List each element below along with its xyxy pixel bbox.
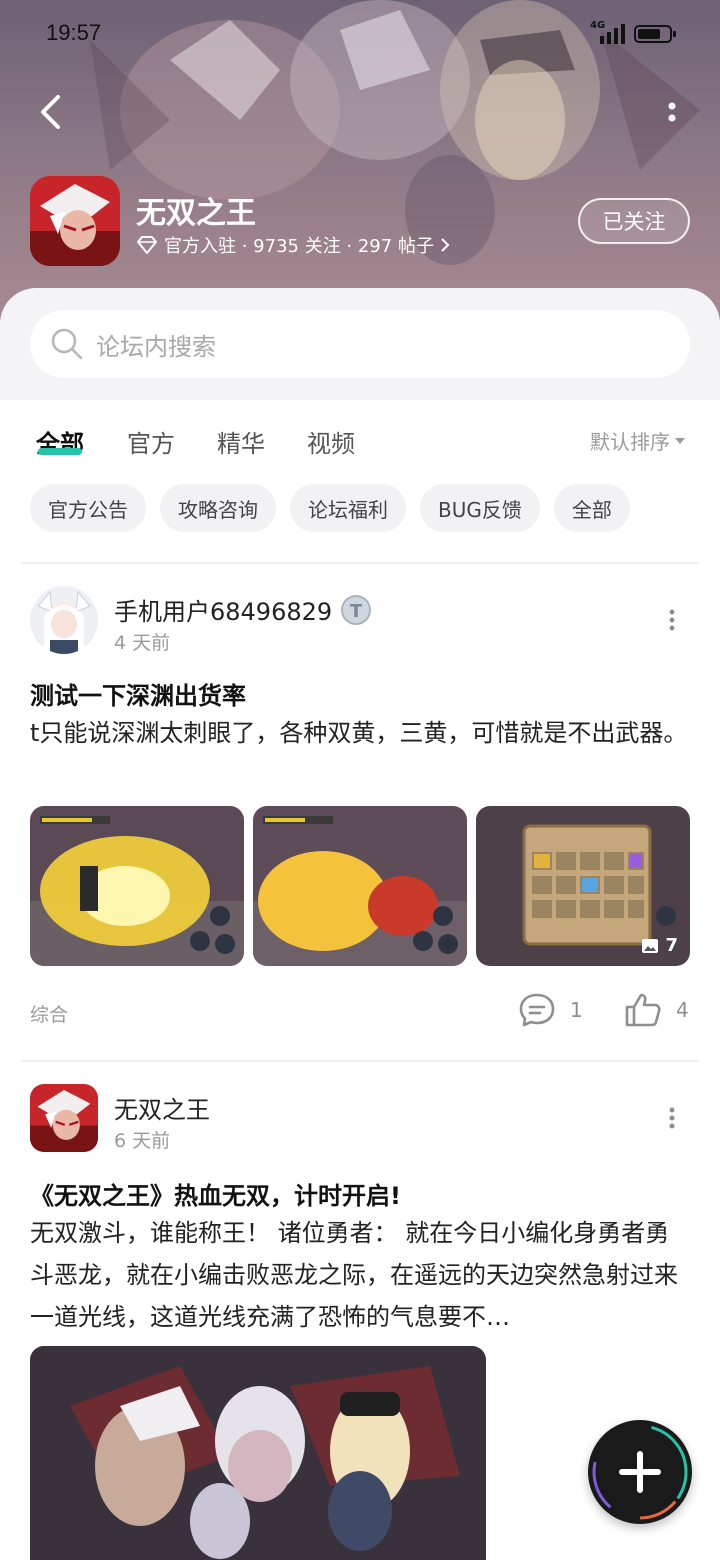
post-image[interactable] — [30, 1346, 486, 1560]
more-vertical-icon — [669, 1107, 675, 1129]
forum-meta[interactable]: 官方入驻 · 9735 关注 · 297 帖子 — [136, 232, 450, 258]
more-vertical-icon — [669, 609, 675, 631]
forum-name: 无双之王 — [136, 196, 256, 231]
category-chips: 官方公告 攻略咨询 论坛福利 BUG反馈 全部 — [30, 484, 630, 532]
game-screenshot-image — [30, 806, 244, 966]
post-body: 无双激斗，谁能称王！ 诸位勇者： 就在今日小编化身勇者勇斗恶龙，就在小编击败恶龙… — [30, 1219, 678, 1331]
user-level-badge-icon: T — [341, 594, 372, 625]
more-options-button[interactable] — [650, 90, 694, 134]
tab-featured[interactable]: 精华 — [217, 424, 265, 459]
comment-icon — [519, 993, 555, 1027]
chip-all[interactable]: 全部 — [553, 484, 630, 532]
create-post-button[interactable] — [588, 1420, 692, 1524]
sort-dropdown[interactable]: 默认排序 — [590, 426, 686, 455]
avatar[interactable] — [30, 586, 98, 654]
search-section: 论坛内搜索 — [0, 288, 720, 400]
post-image[interactable]: 7 — [476, 806, 690, 966]
follow-button[interactable]: 已关注 — [578, 198, 690, 244]
chevron-right-icon — [441, 238, 450, 252]
forum-icon — [30, 176, 120, 266]
like-button[interactable]: 4 — [624, 992, 689, 1028]
post-author[interactable]: 手机用户68496829 T — [114, 592, 372, 627]
post-image[interactable] — [253, 806, 467, 966]
post-body: t只能说深渊太刺眼了，各种双黄，三黄，可惜就是不出武器。 — [30, 719, 688, 747]
search-input[interactable]: 论坛内搜索 — [30, 310, 690, 378]
signal-icon — [600, 24, 625, 44]
post-title: 《无双之王》热血无双，计时开启! — [30, 1182, 401, 1210]
status-time: 19:57 — [46, 20, 102, 45]
image-count: 7 — [641, 935, 678, 956]
search-placeholder: 论坛内搜索 — [96, 332, 216, 361]
avatar[interactable] — [30, 1084, 98, 1152]
comment-button[interactable]: 1 — [518, 992, 583, 1028]
divider — [22, 562, 698, 564]
comment-count: 1 — [570, 998, 583, 1022]
more-vertical-icon — [668, 102, 676, 122]
forum-meta-text: 官方入驻 · 9735 关注 · 297 帖子 — [164, 236, 434, 257]
post-author[interactable]: 无双之王 — [114, 1090, 210, 1125]
post-more-button[interactable] — [656, 1098, 688, 1138]
game-logo-icon — [30, 176, 120, 266]
search-icon — [51, 328, 83, 360]
like-count: 4 — [676, 998, 689, 1022]
sort-label: 默认排序 — [590, 430, 670, 454]
svg-text:T: T — [350, 601, 363, 622]
post-time: 6 天前 — [114, 1130, 171, 1152]
active-tab-indicator — [38, 448, 82, 455]
back-button[interactable] — [28, 90, 72, 134]
author-name: 无双之王 — [114, 1096, 210, 1124]
thumbs-up-icon — [625, 993, 661, 1027]
game-logo-icon — [30, 1084, 98, 1152]
image-icon — [642, 938, 659, 953]
tab-official[interactable]: 官方 — [127, 424, 175, 459]
image-count-value: 7 — [665, 935, 678, 956]
user-avatar-image — [30, 586, 98, 654]
divider — [22, 1060, 698, 1062]
battery-icon — [634, 25, 676, 43]
author-name: 手机用户68496829 — [114, 598, 333, 626]
game-screenshot-image — [253, 806, 467, 966]
tab-video[interactable]: 视频 — [307, 424, 355, 459]
chevron-left-icon — [41, 95, 60, 129]
post-title: 测试一下深渊出货率 — [30, 682, 246, 710]
diamond-icon — [137, 236, 157, 254]
post-time: 4 天前 — [114, 632, 171, 654]
caret-down-icon — [675, 437, 685, 444]
chip-guide[interactable]: 攻略咨询 — [160, 484, 276, 532]
forum-header: 19:57 4G 无双之王 官方入驻 · 9735 关注 · 297 帖子 已关… — [0, 0, 720, 320]
post-image[interactable] — [30, 806, 244, 966]
chip-welfare[interactable]: 论坛福利 — [290, 484, 406, 532]
chip-official-notice[interactable]: 官方公告 — [30, 484, 146, 532]
plus-icon — [592, 1424, 688, 1520]
post-more-button[interactable] — [656, 600, 688, 640]
post-category[interactable]: 综合 — [30, 1000, 68, 1027]
status-bar: 19:57 4G — [0, 0, 720, 70]
chip-bug-feedback[interactable]: BUG反馈 — [420, 484, 540, 532]
game-promo-image — [30, 1346, 486, 1560]
